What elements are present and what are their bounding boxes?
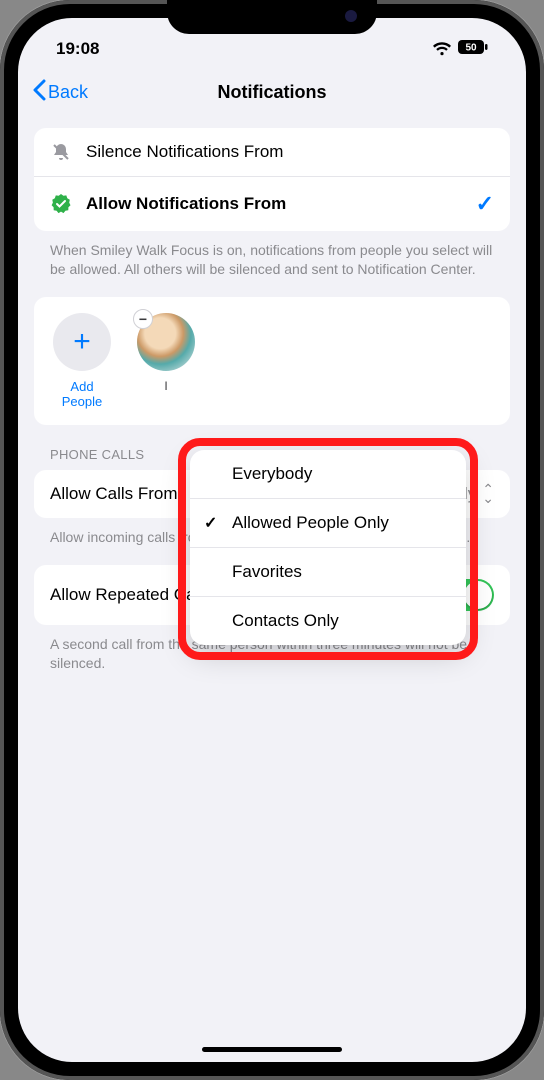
checkmark-icon: ✓: [204, 513, 217, 533]
remove-badge-icon[interactable]: −: [133, 309, 153, 329]
updown-icon: ⌃⌄: [482, 485, 494, 502]
battery-icon: 50: [458, 39, 488, 59]
popover-option-everybody[interactable]: Everybody: [190, 450, 466, 498]
allow-option[interactable]: Allow Notifications From ✓: [34, 176, 510, 231]
notch: [167, 0, 377, 34]
chevron-left-icon: [32, 79, 46, 106]
silence-option[interactable]: Silence Notifications From: [34, 128, 510, 176]
checkmark-seal-icon: [50, 194, 72, 214]
svg-text:50: 50: [465, 43, 477, 54]
nav-bar: Back Notifications: [18, 68, 526, 116]
back-button[interactable]: Back: [32, 79, 88, 106]
add-people-label: Add People: [50, 379, 114, 409]
popover-option-favorites[interactable]: Favorites: [190, 547, 466, 596]
plus-circle-icon: +: [53, 313, 111, 371]
allow-label: Allow Notifications From: [86, 194, 462, 214]
people-card: + Add People − I: [34, 297, 510, 425]
wifi-icon: [432, 42, 452, 56]
add-people-button[interactable]: + Add People: [50, 313, 114, 409]
checkmark-icon: ✓: [476, 191, 494, 217]
page-title: Notifications: [217, 82, 326, 103]
popover-option-contacts[interactable]: Contacts Only: [190, 596, 466, 645]
bell-slash-icon: [50, 142, 72, 162]
person-item[interactable]: − I: [134, 313, 198, 409]
home-indicator[interactable]: [202, 1047, 342, 1052]
mode-footer: When Smiley Walk Focus is on, notificati…: [34, 231, 510, 297]
phone-frame: 19:08 50 Back Notifications: [0, 0, 544, 1080]
popover-option-allowed[interactable]: ✓ Allowed People Only: [190, 498, 466, 547]
status-right: 50: [432, 39, 488, 59]
status-time: 19:08: [56, 39, 99, 59]
mode-card: Silence Notifications From Allow Notific…: [34, 128, 510, 231]
allow-calls-popover: Everybody ✓ Allowed People Only Favorite…: [190, 450, 466, 645]
silence-label: Silence Notifications From: [86, 142, 494, 162]
screen: 19:08 50 Back Notifications: [18, 18, 526, 1062]
person-name: I: [164, 379, 167, 393]
back-label: Back: [48, 82, 88, 103]
